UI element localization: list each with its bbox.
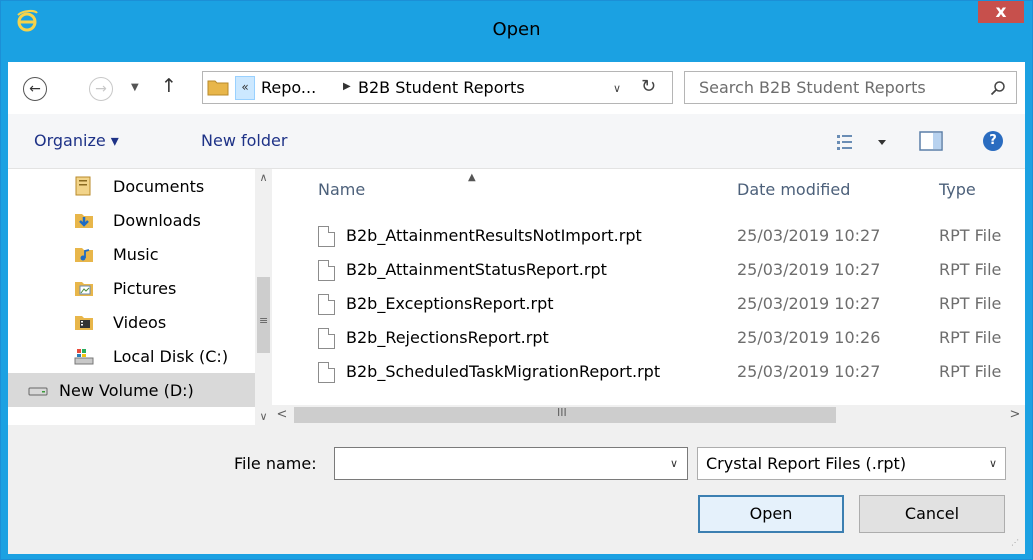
folder-icon (207, 80, 229, 96)
column-header-name[interactable]: Name (318, 169, 718, 209)
navigation-bar: ← → ▼ ↑ « Repo... ▶ B2B Student Reports … (8, 62, 1025, 114)
close-button[interactable]: x (978, 1, 1024, 23)
file-row[interactable]: B2b_RejectionsReport.rpt 25/03/2019 10:2… (272, 321, 1025, 355)
change-view-icon[interactable] (834, 131, 894, 153)
sidebar-item-label: Local Disk (C:) (113, 346, 229, 366)
command-bar: Organize ▾ New folder ? (8, 114, 1025, 169)
videos-icon (75, 316, 93, 330)
breadcrumb-separator-icon[interactable]: ▶ (343, 81, 351, 92)
breadcrumb-parent[interactable]: Repo... (261, 78, 316, 97)
search-box[interactable]: Search B2B Student Reports (684, 71, 1017, 104)
sidebar-item-label: Pictures (113, 278, 177, 298)
file-type: RPT File (939, 226, 1002, 245)
downloads-icon (75, 214, 93, 228)
navigation-pane: Documents Downloads Music Pictures Video… (8, 169, 272, 425)
file-date: 25/03/2019 10:27 (737, 226, 881, 245)
file-type-dropdown-icon: ∨ (988, 457, 997, 470)
file-icon (318, 362, 335, 383)
dialog-content: ← → ▼ ↑ « Repo... ▶ B2B Student Reports … (8, 62, 1025, 554)
file-name: B2b_ScheduledTaskMigrationReport.rpt (346, 362, 661, 381)
file-date: 25/03/2019 10:27 (737, 260, 881, 279)
pictures-icon (75, 282, 93, 296)
file-type: RPT File (939, 260, 1002, 279)
search-icon[interactable] (990, 80, 1006, 96)
recent-locations-chevron-icon[interactable]: ▼ (131, 82, 139, 93)
file-type-select[interactable]: Crystal Report Files (.rpt) ∨ (697, 447, 1006, 480)
file-icon (318, 328, 335, 349)
file-type: RPT File (939, 328, 1002, 347)
address-bar[interactable]: « Repo... ▶ B2B Student Reports ∨ ↻ (202, 71, 673, 104)
music-icon (75, 248, 93, 262)
open-dialog: Open x ← → ▼ ↑ « Repo... ▶ B2B Student R… (0, 0, 1033, 560)
file-type: RPT File (939, 362, 1002, 381)
open-button[interactable]: Open (698, 495, 844, 533)
scroll-down-icon[interactable]: ∨ (255, 408, 272, 425)
column-header-date-modified[interactable]: Date modified (737, 169, 927, 209)
forward-arrow-icon: → (89, 77, 113, 101)
file-list: ▲ Name Date modified Type B2b_Attainment… (272, 169, 1025, 425)
file-row[interactable]: B2b_AttainmentResultsNotImport.rpt 25/03… (272, 219, 1025, 253)
sidebar-item-label: Downloads (113, 210, 201, 230)
documents-icon (75, 176, 91, 196)
scroll-right-icon[interactable]: > (1005, 405, 1025, 425)
file-date: 25/03/2019 10:27 (737, 294, 881, 313)
local-disk-icon (74, 349, 94, 365)
back-arrow-icon: ← (23, 77, 47, 101)
breadcrumb-current[interactable]: B2B Student Reports (358, 78, 525, 97)
file-row[interactable]: B2b_ScheduledTaskMigrationReport.rpt 25/… (272, 355, 1025, 389)
sidebar-item-label: New Volume (D:) (59, 380, 194, 400)
window-border-left (1, 1, 8, 559)
refresh-icon[interactable]: ↻ (641, 76, 656, 97)
scroll-up-icon[interactable]: ∧ (255, 169, 272, 186)
file-name-label: File name: (234, 454, 317, 473)
file-name: B2b_RejectionsReport.rpt (346, 328, 549, 347)
file-name: B2b_AttainmentStatusReport.rpt (346, 260, 607, 279)
organize-button[interactable]: Organize ▾ (34, 131, 119, 150)
file-name: B2b_ExceptionsReport.rpt (346, 294, 554, 313)
window-title: Open (492, 19, 541, 40)
file-type-value: Crystal Report Files (.rpt) (706, 454, 907, 473)
sidebar-item-label: Music (113, 244, 159, 264)
file-row[interactable]: B2b_AttainmentStatusReport.rpt 25/03/201… (272, 253, 1025, 287)
sidebar-item-label: Videos (113, 312, 167, 332)
sidebar-item-label: Documents (113, 176, 205, 196)
scrollbar-grip-icon: III (557, 406, 567, 419)
preview-pane-icon[interactable] (918, 129, 944, 153)
scrollbar-grip-icon: ≡ (259, 314, 269, 327)
column-header-type[interactable]: Type (939, 169, 1025, 209)
breadcrumb-overflow-button[interactable]: « (235, 76, 255, 100)
file-icon (318, 226, 335, 247)
file-name-input[interactable] (334, 447, 688, 480)
file-icon (318, 260, 335, 281)
title-bar[interactable]: Open x (1, 1, 1032, 62)
search-placeholder: Search B2B Student Reports (699, 78, 926, 97)
cancel-button[interactable]: Cancel (859, 495, 1005, 533)
file-name: B2b_AttainmentResultsNotImport.rpt (346, 226, 642, 245)
drive-icon (28, 387, 48, 396)
dialog-footer: File name: ∨ Crystal Report Files (.rpt)… (8, 425, 1025, 554)
resize-grip-icon[interactable]: ⋰ (1011, 538, 1021, 548)
sidebar-item-new-volume[interactable]: New Volume (D:) (8, 373, 255, 407)
navigation-pane-scrollbar[interactable]: ∧ ≡ ∨ (255, 169, 272, 425)
up-arrow-icon[interactable]: ↑ (161, 75, 177, 97)
file-date: 25/03/2019 10:27 (737, 362, 881, 381)
back-button[interactable]: ← (21, 75, 49, 103)
file-type: RPT File (939, 294, 1002, 313)
file-row[interactable]: B2b_ExceptionsReport.rpt 25/03/2019 10:2… (272, 287, 1025, 321)
file-icon (318, 294, 335, 315)
address-dropdown-icon[interactable]: ∨ (613, 82, 621, 95)
forward-button[interactable]: → (87, 75, 115, 103)
scroll-left-icon[interactable]: < (272, 405, 292, 425)
file-list-horizontal-scrollbar[interactable]: < III > (272, 405, 1025, 425)
window-border-right (1025, 1, 1032, 559)
help-button[interactable]: ? (983, 131, 1003, 151)
file-date: 25/03/2019 10:26 (737, 328, 881, 347)
new-folder-button[interactable]: New folder (201, 131, 287, 150)
